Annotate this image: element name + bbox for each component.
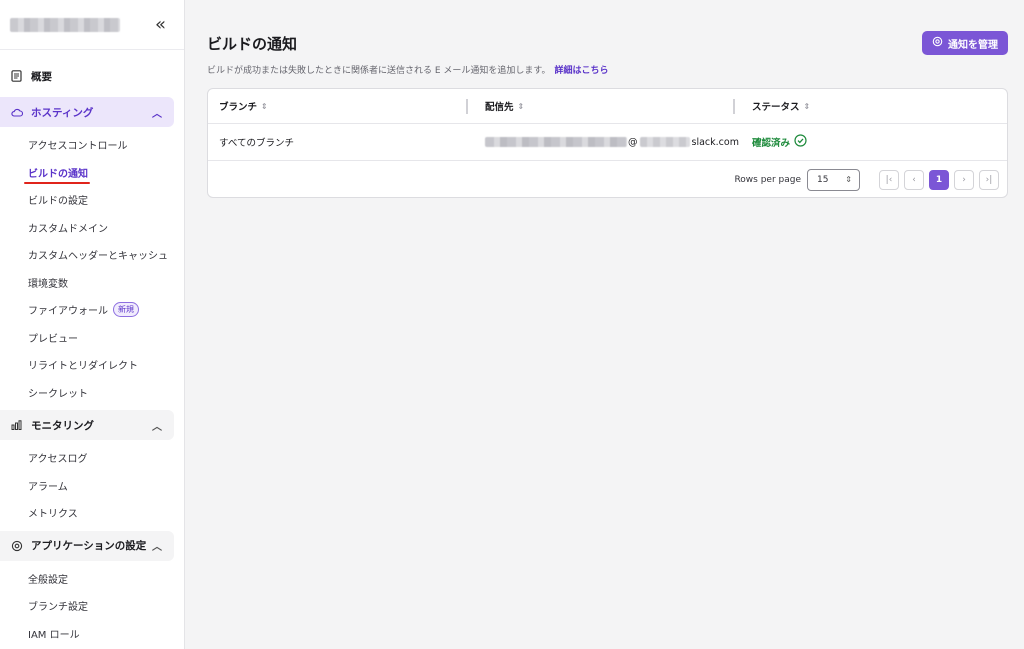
page-title: ビルドの通知 <box>207 35 298 53</box>
column-header-status[interactable]: ステータス ⇕ <box>733 89 1007 123</box>
email-subdomain-redacted <box>639 137 690 147</box>
collapse-sidebar-icon[interactable]: « <box>155 15 166 34</box>
highlight-underline <box>24 181 90 184</box>
sidebar-item-access-control[interactable]: アクセスコントロール <box>0 131 184 159</box>
sidebar-item-metrics[interactable]: メトリクス <box>0 499 184 527</box>
gear-icon <box>11 540 25 552</box>
sidebar-item-build-notifications[interactable]: ビルドの通知 <box>0 159 184 187</box>
sidebar-item-label: カスタムドメイン <box>28 223 108 235</box>
sidebar-item-secrets[interactable]: シークレット <box>0 379 184 407</box>
sidebar-item-label: アクセスログ <box>28 454 88 466</box>
status-badge: 確認済み <box>752 138 791 149</box>
sort-icon[interactable]: ⇕ <box>804 102 811 111</box>
sidebar-item-label: リライトとリダイレクト <box>28 361 138 373</box>
rows-per-page-value: 15 <box>817 174 829 185</box>
sidebar-item-environment-variables[interactable]: 環境変数 <box>0 269 184 297</box>
column-divider[interactable] <box>466 99 468 114</box>
sidebar-section-label: モニタリング <box>31 419 94 432</box>
chevron-up-icon[interactable]: ︿ <box>152 538 162 553</box>
first-page-button[interactable]: |‹ <box>879 169 899 190</box>
check-circle-icon <box>794 134 807 150</box>
gear-icon <box>932 36 943 50</box>
sidebar-item-previews[interactable]: プレビュー <box>0 324 184 352</box>
table-header: ブランチ ⇕ 配信先 ⇕ ステータス ⇕ <box>208 89 1007 124</box>
sidebar-section-monitoring[interactable]: モニタリング ︿ <box>0 410 174 440</box>
document-icon <box>11 70 25 82</box>
column-header-label: 配信先 <box>485 102 514 113</box>
page-description: ビルドが成功または失敗したときに関係者に送信される E メール通知を追加します。… <box>207 63 609 76</box>
sidebar-item-iam-roles[interactable]: IAM ロール <box>0 620 184 648</box>
email-user-redacted <box>485 137 627 147</box>
sidebar-item-label: IAM ロール <box>28 629 80 641</box>
sidebar-item-custom-domains[interactable]: カスタムドメイン <box>0 214 184 242</box>
sidebar-item-label: アラーム <box>28 481 68 493</box>
app-name-redacted <box>10 17 120 32</box>
description-text: ビルドが成功または失敗したときに関係者に送信される E メール通知を追加します。 <box>207 66 551 76</box>
sidebar-item-label: メトリクス <box>28 509 78 521</box>
sidebar-section-app-settings[interactable]: アプリケーションの設定 ︿ <box>0 530 174 561</box>
column-header-destination[interactable]: 配信先 ⇕ <box>466 89 752 123</box>
sidebar-item-overview[interactable]: 概要 <box>0 61 174 91</box>
sidebar-item-general-settings[interactable]: 全般設定 <box>0 565 184 593</box>
previous-page-button[interactable]: ‹ <box>904 169 924 190</box>
sidebar-section-hosting[interactable]: ホスティング ︿ <box>0 97 174 127</box>
email-domain: slack.com <box>691 136 739 148</box>
new-badge: 新規 <box>113 302 139 318</box>
sidebar-item-label: 全般設定 <box>28 574 68 586</box>
sidebar-item-label: カスタムヘッダーとキャッシュ <box>28 251 168 263</box>
sidebar-item-label: ビルドの設定 <box>28 196 88 208</box>
main-content: ビルドの通知 通知を管理 ビルドが成功または失敗したときに関係者に送信される E… <box>186 0 1024 649</box>
select-arrows-icon: ⇕ <box>845 175 852 184</box>
chevron-up-icon[interactable]: ︿ <box>152 418 162 433</box>
pagination: Rows per page 15 ⇕ |‹ ‹ 1 › ›| <box>208 161 1007 198</box>
sidebar-section-label: ホスティング <box>31 106 94 119</box>
sidebar-item-branch-settings[interactable]: ブランチ設定 <box>0 592 184 620</box>
sidebar: « 概要 ホスティング ︿ アクセスコントロール ビルドの通知 ビルドの設定 カ… <box>0 0 185 649</box>
sort-icon[interactable]: ⇕ <box>518 102 525 111</box>
sidebar-item-firewall[interactable]: ファイアウォール 新規 <box>0 296 184 324</box>
next-page-button[interactable]: › <box>954 169 974 190</box>
column-divider[interactable] <box>733 99 735 114</box>
sidebar-item-alarms[interactable]: アラーム <box>0 472 184 500</box>
cell-branch: すべてのブランチ <box>219 138 294 149</box>
manage-notifications-button[interactable]: 通知を管理 <box>922 31 1008 55</box>
column-header-label: ステータス <box>752 102 800 113</box>
bar-chart-icon <box>11 420 25 430</box>
details-link[interactable]: 詳細はこちら <box>555 66 609 76</box>
chevron-up-icon[interactable]: ︿ <box>152 105 162 120</box>
last-page-button[interactable]: ›| <box>979 169 999 190</box>
sidebar-header: « <box>0 0 184 50</box>
sidebar-item-label: シークレット <box>28 388 88 400</box>
sidebar-item-label: 環境変数 <box>28 278 68 290</box>
button-label: 通知を管理 <box>948 39 998 51</box>
sidebar-item-label: ブランチ設定 <box>28 602 88 614</box>
sidebar-section-label: アプリケーションの設定 <box>31 540 147 552</box>
sort-icon[interactable]: ⇕ <box>261 102 268 111</box>
cell-destination: @ slack.com <box>485 137 752 148</box>
sidebar-item-custom-headers[interactable]: カスタムヘッダーとキャッシュ <box>0 241 184 269</box>
sidebar-item-label: 概要 <box>31 70 52 83</box>
sidebar-item-build-settings[interactable]: ビルドの設定 <box>0 186 184 214</box>
email-at-sign: @ <box>628 136 638 148</box>
sidebar-item-rewrites-redirects[interactable]: リライトとリダイレクト <box>0 351 184 379</box>
rows-per-page-label: Rows per page <box>734 174 801 185</box>
sidebar-item-label: プレビュー <box>28 333 78 345</box>
rows-per-page-select[interactable]: 15 ⇕ <box>807 168 860 191</box>
page-button-current[interactable]: 1 <box>929 169 949 190</box>
sidebar-item-label: ファイアウォール <box>28 306 108 318</box>
notifications-table: ブランチ ⇕ 配信先 ⇕ ステータス ⇕ すべてのブランチ @ slack.com 確… <box>207 88 1008 198</box>
cell-status: 確認済み <box>752 134 1007 150</box>
sidebar-item-label: ビルドの通知 <box>28 168 88 180</box>
sidebar-item-label: アクセスコントロール <box>28 141 128 153</box>
cloud-icon <box>11 108 25 117</box>
table-row: すべてのブランチ @ slack.com 確認済み <box>208 124 1007 161</box>
sidebar-item-access-logs[interactable]: アクセスログ <box>0 444 184 472</box>
column-header-label: ブランチ <box>219 102 258 113</box>
column-header-branch[interactable]: ブランチ ⇕ <box>208 89 485 123</box>
